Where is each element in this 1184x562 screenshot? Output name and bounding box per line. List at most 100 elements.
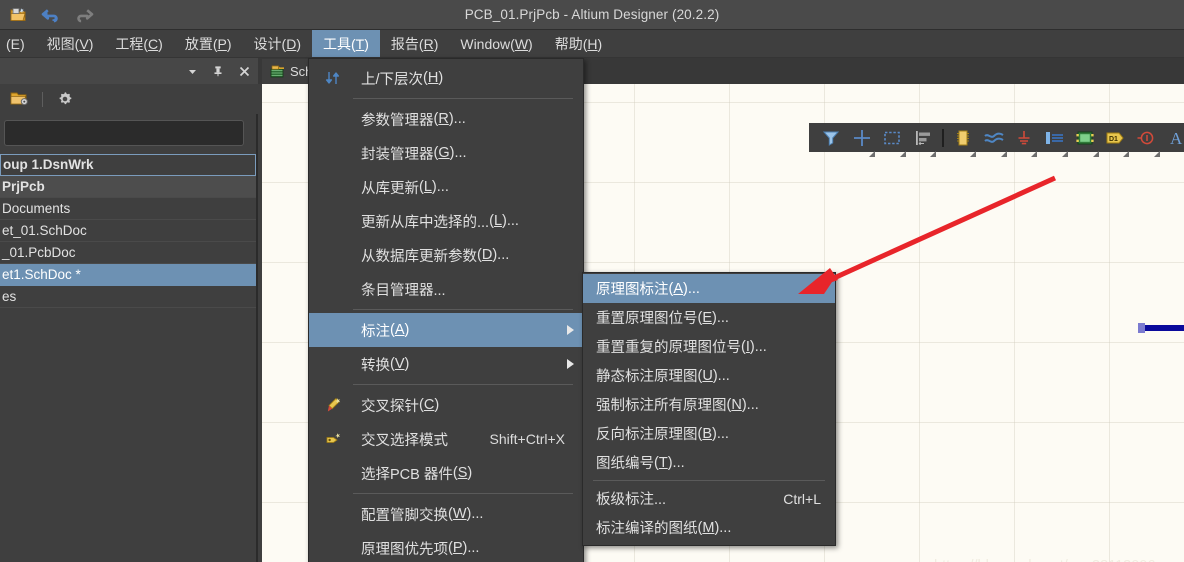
place-net-label-icon[interactable]: D1 [1105, 127, 1130, 157]
selection-rectangle-icon[interactable] [881, 127, 906, 157]
schematic-wire-right[interactable] [1138, 323, 1184, 333]
projects-panel: oup 1.DsnWrk PrjPcb Documents et_01.SchD… [0, 58, 258, 562]
menu-window[interactable]: Window (W) [449, 30, 543, 57]
dropdown-caret[interactable] [1062, 150, 1068, 157]
menu-place[interactable]: 放置 (P) [174, 30, 243, 57]
schematic-document-icon [270, 65, 284, 77]
tree-item-sheet1-schdoc[interactable]: et1.SchDoc * [0, 264, 256, 286]
cross-select-icon [323, 429, 343, 449]
undo-icon[interactable] [39, 3, 63, 27]
place-part-icon[interactable] [952, 127, 977, 157]
toolbar-separator [942, 128, 944, 147]
menu-project-label: 工程 [115, 35, 144, 52]
open-project-icon[interactable] [8, 87, 32, 111]
submenu-item-number-schematic-sheets[interactable]: 图纸编号 (T)... [583, 448, 835, 477]
menu-design[interactable]: 设计 (D) [243, 30, 312, 57]
menu-item-accel: P [452, 540, 463, 556]
submenu-item-annotate-schematics[interactable]: 原理图标注 (A)... [583, 274, 835, 303]
chevron-down-icon[interactable] [184, 63, 200, 79]
dropdown-caret[interactable] [1000, 150, 1007, 157]
menu-view-label: 视图 [46, 35, 75, 52]
schematic-floating-toolbar: D1 A [809, 123, 1184, 157]
submenu-item-shortcut: Ctrl+L [783, 490, 821, 507]
menu-item-convert[interactable]: 转换 (V) [309, 347, 583, 381]
submenu-item-suffix: ... [687, 280, 700, 297]
annotate-submenu: 原理图标注 (A)... 重置原理图位号 (E)... 重置重复的原理图位号 (… [582, 272, 836, 546]
submenu-item-reset-schematic-designators[interactable]: 重置原理图位号 (E)... [583, 303, 835, 332]
dropdown-caret[interactable] [970, 150, 977, 157]
dropdown-caret[interactable] [899, 150, 906, 157]
submenu-item-accel: M [702, 519, 715, 536]
menu-item-parameter-manager[interactable]: 参数管理器 (R)... [309, 102, 583, 136]
submenu-item-reset-duplicate-designators[interactable]: 重置重复的原理图位号 (I)... [583, 332, 835, 361]
menu-item-accel: S [457, 465, 468, 481]
panel-search-input[interactable] [4, 120, 244, 146]
menu-edit[interactable]: (E) [0, 30, 36, 57]
tree-item-pcb-01-pcbdoc[interactable]: _01.PcbDoc [0, 242, 256, 264]
dropdown-caret[interactable] [869, 150, 876, 157]
place-bus-icon[interactable] [1043, 127, 1068, 157]
place-wire-icon[interactable] [982, 127, 1007, 157]
place-gnd-power-port-icon[interactable] [1013, 127, 1038, 157]
watermark-text: https://blog.csdn.net/qq_38113006 [934, 558, 1155, 562]
tree-item-documents-folder[interactable]: Documents [0, 198, 256, 220]
submenu-item-label: 静态标注原理图 [596, 369, 698, 385]
menu-help-accel: H [587, 35, 598, 52]
tree-item-project[interactable]: PrjPcb [0, 176, 256, 198]
menu-item-update-parameters-from-database[interactable]: 从数据库更新参数 (D)... [309, 238, 583, 272]
menu-item-accel: D [481, 247, 493, 263]
tree-item-workspace[interactable]: oup 1.DsnWrk [0, 154, 256, 176]
altium-designer-window: PCB_01.PrjPcb - Altium Designer (20.2.2)… [0, 0, 1184, 562]
menu-item-item-manager[interactable]: 条目管理器... [309, 272, 583, 306]
menu-item-label: 选择PCB 器件 [361, 466, 453, 483]
menu-item-update-selected-from-libraries[interactable]: 更新从库中选择的... (L)... [309, 204, 583, 238]
menu-item-cross-select-mode[interactable]: 交叉选择模式 Shift+Ctrl+X [309, 422, 583, 456]
menu-view[interactable]: 视图 (V) [36, 30, 105, 57]
menu-help[interactable]: 帮助 (H) [544, 30, 613, 57]
dropdown-caret[interactable] [1123, 150, 1130, 157]
menu-project[interactable]: 工程 (C) [104, 30, 173, 57]
dropdown-caret[interactable] [1153, 150, 1160, 157]
menu-reports[interactable]: 报告 (R) [380, 30, 449, 57]
menu-tools[interactable]: 工具 (T) [311, 30, 380, 57]
menu-item-up-down-hierarchy[interactable]: 上/下层次 (H) [309, 61, 583, 95]
align-objects-icon[interactable] [912, 127, 937, 157]
tree-item-sheet-01-schdoc[interactable]: et_01.SchDoc [0, 220, 256, 242]
filter-icon[interactable] [820, 127, 843, 149]
dropdown-caret[interactable] [1031, 150, 1038, 157]
submenu-arrow-icon [567, 325, 574, 335]
menu-place-accel: P [217, 35, 227, 52]
tree-item-libraries[interactable]: es [0, 286, 256, 308]
gear-icon[interactable] [53, 87, 77, 111]
menu-item-configure-pin-swapping[interactable]: 配置管脚交换 (W)... [309, 497, 583, 531]
redo-icon [72, 3, 96, 27]
pin-icon[interactable] [210, 63, 226, 79]
place-no-erc-icon[interactable] [1135, 127, 1160, 157]
submenu-item-suffix: ... [754, 338, 767, 355]
dropdown-caret[interactable] [930, 150, 937, 157]
menu-item-label: 更新从库中选择的... [361, 214, 490, 231]
menu-separator [353, 98, 573, 99]
menu-item-select-pcb-components[interactable]: 选择PCB 器件 (S) [309, 456, 583, 490]
place-text-icon[interactable]: A [1166, 127, 1184, 149]
submenu-item-board-level-annotate[interactable]: 板级标注... Ctrl+L [583, 484, 835, 513]
submenu-item-suffix: ... [672, 454, 685, 471]
menu-item-schematic-preferences[interactable]: 原理图优先项 (P)... [309, 531, 583, 562]
crosshair-place-icon[interactable] [851, 127, 876, 157]
open-document-icon[interactable] [6, 3, 30, 27]
menu-item-update-from-libraries[interactable]: 从库更新 (L)... [309, 170, 583, 204]
place-sheet-symbol-icon[interactable] [1074, 127, 1099, 157]
toolbar-separator [42, 91, 43, 107]
close-icon[interactable] [236, 63, 252, 79]
menu-item-label: 转换 [361, 357, 390, 374]
menu-design-accel: D [286, 35, 297, 52]
menu-item-annotate[interactable]: 标注 (A) [309, 313, 583, 347]
menu-item-accel: R [438, 111, 449, 127]
menu-item-cross-probe[interactable]: 交叉探针 (C) [309, 388, 583, 422]
dropdown-caret[interactable] [1092, 150, 1099, 157]
submenu-item-back-annotate-schematics[interactable]: 反向标注原理图 (B)... [583, 419, 835, 448]
submenu-item-force-annotate-all-schematics[interactable]: 强制标注所有原理图 (N)... [583, 390, 835, 419]
submenu-item-annotate-compiled-sheets[interactable]: 标注编译的图纸 (M)... [583, 513, 835, 542]
submenu-item-annotate-schematics-quietly[interactable]: 静态标注原理图 (U)... [583, 361, 835, 390]
menu-item-footprint-manager[interactable]: 封装管理器 (G)... [309, 136, 583, 170]
